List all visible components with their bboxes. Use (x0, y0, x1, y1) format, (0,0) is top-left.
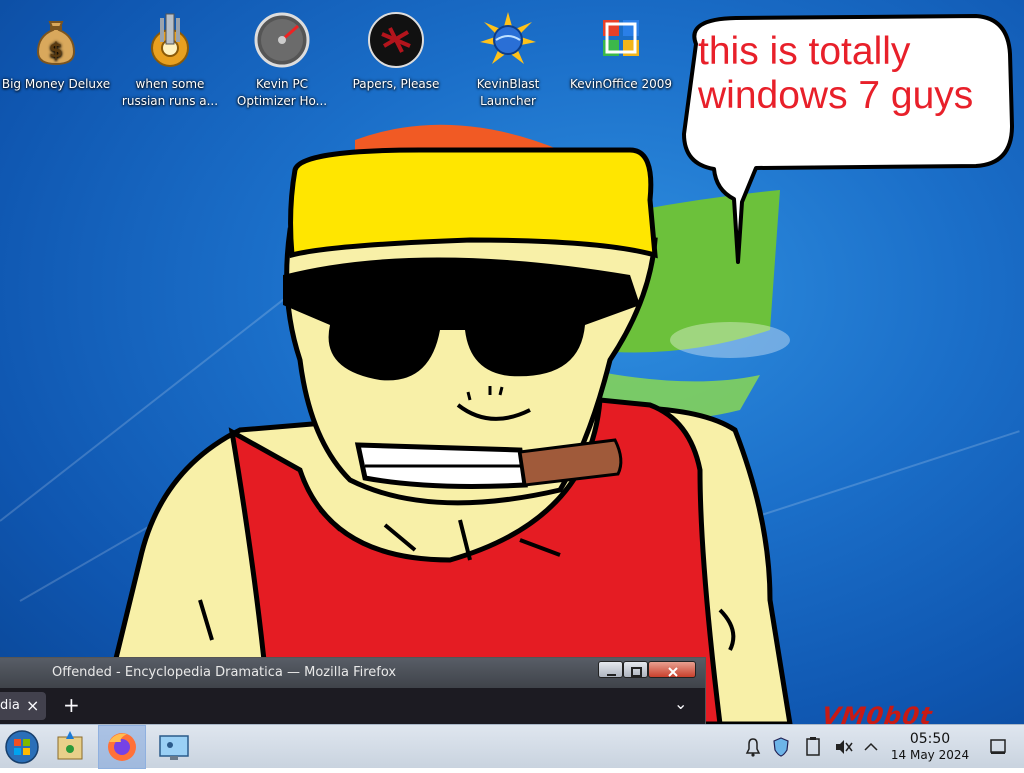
minimize-button[interactable] (598, 661, 623, 678)
tab-label: dia (0, 698, 20, 713)
monitor-icon (159, 735, 189, 760)
windows-orb-icon (5, 730, 39, 764)
volume-muted-icon (836, 740, 853, 754)
start-button[interactable] (2, 725, 42, 769)
tab-bar: dia × + ⌄ (0, 688, 705, 724)
window-title: Offended - Encyclopedia Dramatica — Mozi… (52, 665, 397, 680)
bell-icon (745, 738, 761, 757)
watermark-text: VM0b0t (820, 702, 935, 724)
taskbar-app-firefox[interactable] (98, 725, 146, 769)
tray-expand-button[interactable] (860, 725, 882, 769)
clock-date: 14 May 2024 (890, 748, 970, 762)
maximize-button[interactable] (623, 661, 648, 678)
clock[interactable]: 05:50 14 May 2024 (890, 731, 970, 763)
tab-close-button[interactable]: × (26, 696, 39, 715)
tray-updates[interactable] (770, 725, 792, 769)
taskbar-app-monitor[interactable] (152, 725, 196, 769)
tab-active[interactable]: dia × (0, 692, 46, 720)
new-tab-button[interactable]: + (63, 693, 80, 717)
tray-volume[interactable] (832, 725, 854, 769)
chevron-up-icon (864, 742, 878, 751)
clock-time: 05:50 (909, 731, 951, 747)
window-titlebar[interactable]: Offended - Encyclopedia Dramatica — Mozi… (0, 658, 705, 688)
list-all-tabs-button[interactable]: ⌄ (674, 694, 687, 713)
cartoon-figure (97, 147, 793, 724)
map-pin-icon (57, 731, 83, 760)
tray-clipboard[interactable] (802, 725, 824, 769)
shield-update-icon (773, 737, 789, 757)
firefox-window[interactable]: Offended - Encyclopedia Dramatica — Mozi… (0, 657, 706, 724)
taskbar: 05:50 14 May 2024 (0, 724, 1024, 769)
desktop[interactable]: $ Big Money Deluxe when some russian run… (0, 0, 1024, 724)
show-desktop-button[interactable] (986, 725, 1010, 769)
close-button[interactable] (648, 661, 696, 678)
show-desktop-icon (990, 739, 1006, 754)
clipboard-icon (806, 737, 820, 756)
firefox-icon (108, 733, 136, 761)
maximize-icon (631, 667, 642, 677)
close-icon (668, 667, 678, 677)
tray-notifications[interactable] (742, 725, 764, 769)
taskbar-app-map[interactable] (50, 725, 90, 769)
minimize-icon (607, 674, 616, 676)
